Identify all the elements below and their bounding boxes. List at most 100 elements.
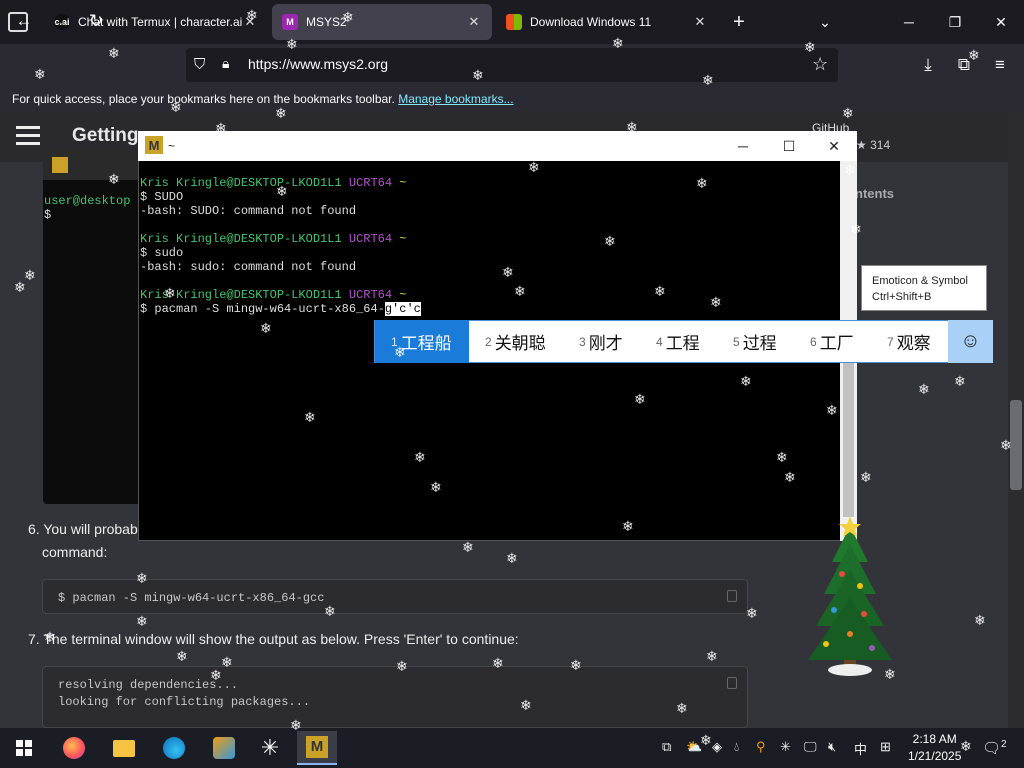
back-button[interactable]: ← (10, 7, 38, 35)
bookmark-star-icon[interactable]: ☆ (812, 54, 828, 75)
url-text[interactable]: https://www.msys2.org (248, 56, 388, 72)
snowflake-icon: ❄ (702, 72, 714, 88)
emoticon-tooltip: Emoticon & Symbol Ctrl+Shift+B (861, 265, 987, 311)
tab-download-windows[interactable]: Download Windows 11 ✕ (496, 4, 718, 40)
snowflake-icon: ❄ (826, 402, 838, 418)
network-icon[interactable]: 🖵︎ (804, 739, 817, 755)
snowflake-icon: ❄ (706, 648, 718, 664)
volume-muted-icon[interactable]: 🔇︎ (828, 739, 836, 755)
snowflake-icon: ❄ (502, 264, 514, 280)
page-scrollbar-thumb[interactable] (1010, 400, 1022, 490)
snowflake-icon: ❄ (842, 105, 854, 121)
clock[interactable]: 2:18 AM 1/21/2025 (908, 731, 961, 765)
snowflake-icon: ❄ (215, 120, 227, 136)
snowflake-icon: ❄ (776, 449, 788, 465)
firefox-icon[interactable] (54, 731, 94, 765)
hamburger-menu-icon[interactable] (16, 126, 40, 146)
menu-icon[interactable]: ≡ (986, 51, 1014, 79)
ime-candidate-5[interactable]: 5 过程 (733, 320, 777, 363)
copy-icon[interactable] (727, 590, 737, 602)
tab-msys2[interactable]: M MSYS2 ✕ (272, 4, 492, 40)
msys2-taskbar-icon[interactable]: M (297, 731, 337, 765)
snowflake-icon: ❄ (968, 47, 980, 63)
app-icon[interactable] (204, 731, 244, 765)
minimize-button[interactable]: ─ (886, 0, 932, 44)
drop-icon[interactable]: 💧︎ (734, 739, 739, 755)
snowflake-icon: ❄ (974, 612, 986, 628)
tab-character-ai[interactable]: c.ai Chat with Termux | character.ai ✕ (44, 4, 268, 40)
output-line: -bash: sudo: command not found (140, 260, 357, 274)
snowflake-icon: ❄ (804, 39, 816, 55)
ime-candidate-3[interactable]: 3 刚才 (579, 320, 623, 363)
terminal-scrollbar-thumb[interactable] (843, 362, 854, 517)
snowflake-icon: ❄ (44, 629, 56, 645)
terminal-maximize-button[interactable]: ☐ (766, 131, 812, 161)
clock-time: 2:18 AM (912, 732, 957, 746)
step-7-text: 7. The terminal window will show the out… (28, 631, 519, 647)
forward-button[interactable]: → (46, 7, 74, 35)
copy-icon[interactable] (727, 677, 737, 689)
lock-icon[interactable]: 🔒︎ (222, 55, 229, 72)
snowflake-icon: ❄ (570, 657, 582, 673)
start-button-icon[interactable] (4, 731, 44, 765)
snowflake-icon: ❄ (612, 35, 624, 51)
terminal-minimize-button[interactable]: ─ (720, 131, 766, 161)
file-explorer-icon[interactable] (104, 731, 144, 765)
prompt-line: Kris Kringle@DESKTOP-LKOD1L1 UCRT64 ~ (140, 232, 407, 246)
edge-icon[interactable] (154, 731, 194, 765)
ime-candidate-6[interactable]: 6 工厂 (810, 320, 854, 363)
command-line-active[interactable]: $ pacman -S mingw-w64-ucrt-x86_64-g'c'c (140, 302, 421, 316)
reload-button[interactable]: ↻ (82, 7, 110, 35)
tab-overflow-chevron-icon[interactable]: ⌄ (802, 0, 848, 44)
snowflake-icon: ❄ (342, 9, 354, 25)
snowflake-icon: ❄ (276, 183, 288, 199)
snowflake-icon: ❄ (622, 518, 634, 534)
snowflake-icon: ❄ (634, 391, 646, 407)
ime-candidate-1[interactable]: 1 工程船 (375, 320, 469, 363)
emoticon-button-icon[interactable]: ☺ (948, 320, 993, 363)
ime-candidate-7[interactable]: 7 观察 (887, 320, 931, 363)
ime-candidate-2[interactable]: 2 关朝聪 (485, 320, 546, 363)
downloads-icon[interactable]: ⤓ (914, 51, 942, 79)
close-tab-icon[interactable]: ✕ (466, 14, 482, 30)
manage-bookmarks-link[interactable]: Manage bookmarks... (398, 92, 513, 106)
snowflake-icon: ❄ (275, 105, 287, 121)
tray-app-icon[interactable]: ◈ (712, 739, 722, 755)
ime-candidate-4[interactable]: 4 工程 (656, 320, 700, 363)
snowflake-icon: ❄ (24, 267, 36, 283)
ime-language-indicator[interactable]: 中 (854, 739, 867, 758)
snowflake-icon: ❄ (492, 655, 504, 671)
search-icon[interactable]: ⚲ (756, 739, 766, 755)
bookmarks-toolbar: For quick access, place your bookmarks h… (0, 86, 1024, 112)
task-view-icon[interactable]: ⧉ (662, 739, 671, 755)
snowflake-icon: ❄ (746, 605, 758, 621)
step-6-text: 6. You will probab (28, 521, 138, 537)
snowflake-icon: ❄ (394, 344, 406, 360)
new-tab-button[interactable]: + (716, 0, 762, 44)
restore-button[interactable]: ❐ (932, 0, 978, 44)
snowflake-icon: ❄ (260, 320, 272, 336)
terminal-title: ~ (168, 139, 176, 153)
close-window-button[interactable]: ✕ (978, 0, 1024, 44)
snowflake-app-icon[interactable]: ✳ (250, 731, 290, 765)
shield-icon[interactable]: ⛉ (194, 56, 205, 73)
keyboard-grid-icon[interactable]: ⊞ (880, 739, 891, 755)
snowflake-icon: ❄ (108, 171, 120, 187)
tooltip-shortcut: Ctrl+Shift+B (872, 291, 932, 303)
snowflake-icon: ❄ (286, 36, 298, 52)
snowflake-icon: ❄ (784, 469, 796, 485)
terminal-close-button[interactable]: ✕ (811, 131, 857, 161)
snowflake-icon: ❄ (520, 697, 532, 713)
github-stars: ★ 314 (856, 138, 891, 152)
snowflake-icon: ❄ (676, 700, 688, 716)
snowflake-icon: ❄ (506, 550, 518, 566)
tooltip-line: Emoticon & Symbol (872, 275, 968, 287)
close-tab-icon[interactable]: ✕ (692, 14, 708, 30)
snowflake-icon: ❄ (626, 119, 638, 135)
output-line: -bash: SUDO: command not found (140, 204, 357, 218)
snowflake-icon: ❄ (324, 603, 336, 619)
snowflake-tray-icon[interactable]: ✳ (780, 739, 791, 755)
snowflake-icon: ❄ (740, 373, 752, 389)
notification-center-icon[interactable]: 🗨︎2 (982, 739, 1007, 757)
ime-composition: g'c'c (384, 302, 421, 316)
